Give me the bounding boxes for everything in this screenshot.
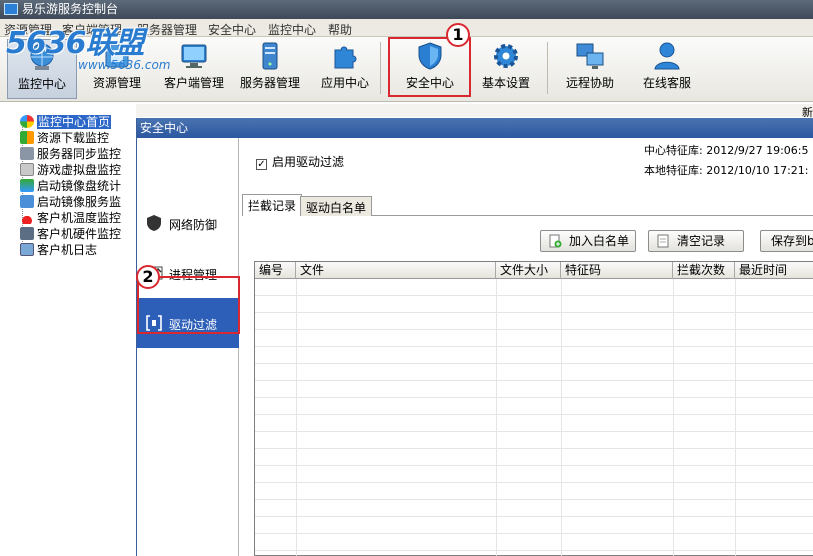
title-bar: 易乐游服务控制台: [0, 0, 813, 19]
tab-driver-whitelist[interactable]: 驱动白名单: [300, 196, 373, 216]
tree-item-monitor-home[interactable]: 监控中心首页: [20, 114, 112, 130]
add-document-icon: [549, 234, 562, 248]
tree-item-game-disk[interactable]: 游戏虚拟盘监控: [20, 162, 121, 178]
column-divider: [735, 279, 736, 556]
col-signature[interactable]: 特征码: [561, 262, 673, 279]
toolbar-separator: [380, 42, 381, 94]
dialog-nav: 网络防御 进程管理 驱动过滤: [137, 138, 239, 556]
menu-help[interactable]: 帮助: [328, 21, 352, 38]
network-service-icon: [20, 195, 34, 208]
toolbar-separator: [547, 42, 548, 94]
hardware-icon: [20, 227, 34, 240]
checkbox-box[interactable]: ✓: [256, 159, 267, 170]
image-stats-icon: [20, 179, 34, 192]
gear-icon: [494, 44, 518, 68]
server-sync-icon: [20, 147, 34, 160]
local-signature-db: 本地特征库: 2012/10/10 17:21:: [644, 164, 809, 177]
watermark-logo: 5636联盟: [6, 26, 144, 61]
record-tabs: 拦截记录 驱动白名单: [242, 194, 813, 216]
col-number[interactable]: 编号: [255, 262, 296, 279]
step-badge-1: 1: [446, 23, 470, 47]
remote-desktop-icon: [576, 43, 604, 69]
tab-intercept-records[interactable]: 拦截记录: [242, 194, 303, 216]
toolbar-online-support[interactable]: 在线客服: [634, 39, 700, 99]
background-window-strip: 新: [136, 104, 813, 119]
tree-item-client-temperature[interactable]: 客户机温度监控: [20, 210, 121, 226]
step-badge-2: 2: [136, 265, 160, 289]
tree-item-boot-image-service[interactable]: 启动镜像服务监: [20, 194, 121, 210]
dialog-content: ✓ 启用驱动过滤 中心特征库: 2012/9/27 19:06:5 本地特征库: …: [240, 138, 813, 556]
tree-item-client-hardware[interactable]: 客户机硬件监控: [20, 226, 121, 242]
security-center-dialog: 安全中心 网络防御 进程管理 驱动过滤 ✓ 启用驱动过滤 中心特征库: 2012…: [136, 118, 813, 556]
toolbar-server[interactable]: 服务器管理: [236, 39, 304, 99]
disk-icon: [20, 163, 34, 176]
col-intercept-count[interactable]: 拦截次数: [673, 262, 735, 279]
add-whitelist-button[interactable]: 加入白名单: [540, 230, 636, 252]
tree-item-boot-image-stats[interactable]: 启动镜像盘统计: [20, 178, 121, 194]
window-title: 易乐游服务控制台: [22, 2, 119, 16]
column-divider: [561, 279, 562, 556]
col-file[interactable]: 文件: [296, 262, 496, 279]
menu-monitor[interactable]: 监控中心: [268, 21, 316, 38]
nav-network-defense[interactable]: 网络防御: [137, 198, 239, 248]
tree-item-server-sync[interactable]: 服务器同步监控: [20, 146, 121, 162]
puzzle-icon: [334, 46, 357, 69]
server-icon: [262, 42, 278, 70]
center-signature-db: 中心特征库: 2012/9/27 19:06:5: [644, 144, 809, 157]
pie-chart-icon: [20, 115, 34, 128]
log-icon: [20, 243, 34, 256]
tree-item-download-monitor[interactable]: 资源下载监控: [20, 130, 109, 146]
col-last-time[interactable]: 最近时间: [735, 262, 813, 279]
column-divider: [296, 279, 297, 556]
intercept-records-table[interactable]: 编号 文件 文件大小 特征码 拦截次数 最近时间: [254, 261, 813, 556]
enable-driver-filter-checkbox[interactable]: ✓ 启用驱动过滤: [256, 153, 344, 170]
table-header: 编号 文件 文件大小 特征码 拦截次数 最近时间: [255, 262, 813, 279]
app-icon: [4, 3, 18, 15]
download-grid-icon: [20, 131, 34, 144]
tree-item-client-log[interactable]: 客户机日志: [20, 242, 97, 258]
monitor-icon: [181, 44, 207, 68]
clear-document-icon: [657, 234, 669, 248]
col-file-size[interactable]: 文件大小: [496, 262, 561, 279]
shield-icon: [147, 215, 161, 231]
toolbar-remote-assist[interactable]: 远程协助: [556, 39, 624, 99]
dialog-title: 安全中心: [137, 118, 813, 138]
watermark-url: www.5636.com: [78, 58, 171, 72]
thermometer-icon: [20, 211, 34, 224]
column-divider: [496, 279, 497, 556]
menu-security[interactable]: 安全中心: [208, 21, 256, 38]
menu-server[interactable]: 服务器管理: [137, 21, 197, 38]
clear-records-button[interactable]: 清空记录: [648, 230, 744, 252]
save-to-button[interactable]: 保存到b: [760, 230, 813, 252]
toolbar-app-center[interactable]: 应用中心: [314, 39, 376, 99]
toolbar-basic-settings[interactable]: 基本设置: [474, 39, 538, 99]
column-divider: [673, 279, 674, 556]
user-support-icon: [654, 42, 680, 70]
